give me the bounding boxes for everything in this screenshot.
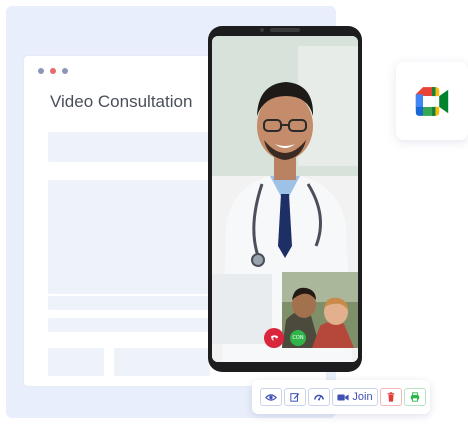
placeholder-button-1 [48, 348, 104, 376]
window-dot-3 [62, 68, 68, 74]
google-meet-icon [415, 86, 449, 116]
google-meet-card[interactable] [396, 62, 468, 140]
join-button[interactable]: Join [332, 388, 378, 406]
placeholder-button-2 [114, 348, 210, 376]
phone-hangup-icon [270, 334, 278, 341]
action-toolbar: Join [252, 380, 430, 414]
placeholder-block-2 [48, 180, 210, 294]
trash-icon [387, 392, 395, 402]
accept-call-button[interactable]: CON [290, 330, 306, 346]
video-call-screen: CON [212, 36, 358, 362]
page-title: Video Consultation [50, 92, 193, 111]
placeholder-line-1 [48, 296, 210, 310]
eye-icon [265, 393, 277, 401]
video-camera-icon [337, 394, 349, 400]
edit-icon [290, 393, 300, 402]
accept-call-label: CON [292, 335, 304, 341]
phone-frame: CON [208, 26, 362, 372]
print-button[interactable] [404, 388, 426, 406]
window-controls [38, 68, 68, 74]
end-call-button[interactable] [264, 328, 284, 348]
placeholder-line-2 [48, 318, 210, 332]
dashboard-button[interactable] [308, 388, 330, 406]
dashboard-icon [314, 394, 324, 401]
placeholder-block-1 [48, 132, 210, 162]
speaker-notch [270, 28, 300, 32]
delete-button[interactable] [380, 388, 402, 406]
print-icon [410, 392, 420, 402]
edit-button[interactable] [284, 388, 306, 406]
view-button[interactable] [260, 388, 282, 406]
join-button-label: Join [352, 391, 373, 403]
window-dot-1 [38, 68, 44, 74]
front-camera [260, 28, 264, 32]
window-dot-2 [50, 68, 56, 74]
